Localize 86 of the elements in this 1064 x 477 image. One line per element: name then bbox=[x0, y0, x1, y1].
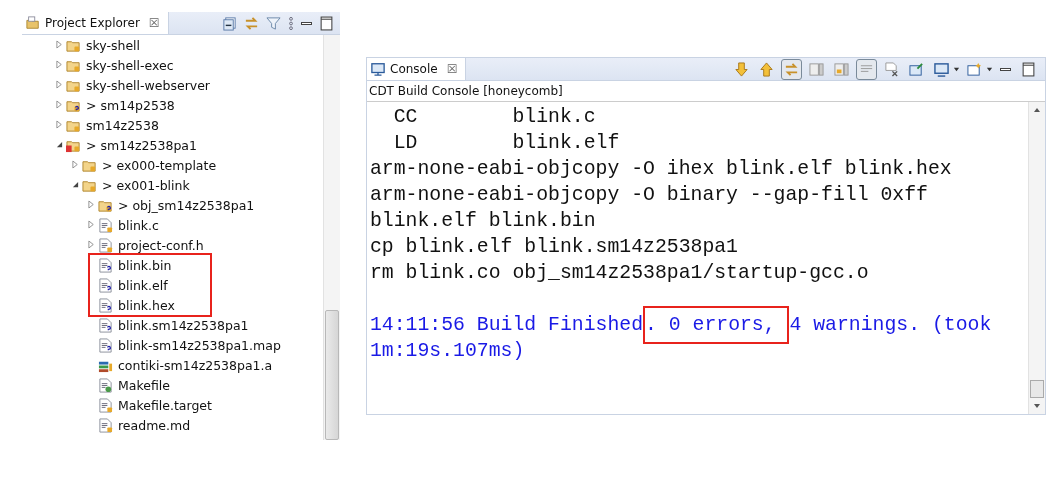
expand-arrow-icon[interactable] bbox=[87, 220, 95, 229]
filter-icon[interactable] bbox=[266, 15, 281, 31]
swap-arrows-icon bbox=[784, 61, 799, 77]
maximize-icon[interactable] bbox=[319, 15, 334, 31]
tree-item[interactable]: readme.md bbox=[118, 417, 191, 433]
console-text: . 0 errors, bbox=[645, 314, 777, 336]
folder-icon bbox=[26, 16, 40, 30]
file-icon bbox=[98, 337, 113, 353]
scrollbar[interactable] bbox=[323, 35, 340, 440]
collapse-arrow-icon[interactable] bbox=[71, 180, 79, 189]
clear-icon bbox=[884, 61, 899, 77]
expand-arrow-icon[interactable] bbox=[87, 240, 95, 249]
minimize-icon[interactable] bbox=[301, 21, 312, 25]
explorer-tab[interactable]: Project Explorer ☒ bbox=[22, 12, 169, 34]
scroll-up-icon[interactable] bbox=[1033, 107, 1041, 113]
file-icon bbox=[98, 397, 113, 413]
console-text: arm-none-eabi-objcopy -O binary --gap-fill 0xff bbox=[370, 184, 928, 206]
close-icon[interactable]: ☒ bbox=[446, 62, 458, 76]
caret-icon[interactable] bbox=[953, 65, 960, 73]
tab-title: Project Explorer bbox=[45, 16, 140, 30]
tree-item[interactable]: > sm14z2538pa1 bbox=[86, 137, 197, 153]
monitor-icon bbox=[371, 62, 385, 76]
link-icon[interactable] bbox=[244, 15, 259, 31]
tree-item[interactable]: sky-shell bbox=[86, 37, 141, 53]
expand-arrow-icon[interactable] bbox=[71, 160, 79, 169]
monitor-icon bbox=[934, 61, 949, 77]
file-icon bbox=[98, 257, 113, 273]
tree-item[interactable]: Makefile.target bbox=[118, 397, 212, 413]
up-arrow-icon bbox=[759, 61, 774, 77]
tree-item[interactable]: Makefile bbox=[118, 377, 170, 393]
down-arrow-icon bbox=[734, 61, 749, 77]
console-text: arm-none-eabi-objcopy -O ihex blink.elf blink.hex bbox=[370, 158, 952, 180]
tree-item[interactable]: blink-sm14z2538pa1.map bbox=[118, 337, 281, 353]
tree-item[interactable]: > ex001-blink bbox=[102, 177, 190, 193]
expand-arrow-icon[interactable] bbox=[55, 120, 63, 129]
collapse-arrow-icon[interactable] bbox=[55, 140, 63, 149]
console-text: 4 warnings. (took bbox=[789, 314, 992, 336]
menu-icon[interactable] bbox=[288, 15, 294, 31]
console-text: rm blink.co obj_sm14z2538pa1/startup-gcc.o bbox=[370, 262, 869, 284]
new-console-icon bbox=[967, 61, 982, 77]
scrollbar[interactable] bbox=[1028, 102, 1045, 414]
pin-icon bbox=[909, 61, 924, 77]
console-text: CC blink.c bbox=[392, 106, 596, 128]
file-icon bbox=[98, 297, 113, 313]
console-name: CDT Build Console [honeycomb] bbox=[367, 81, 1045, 102]
tree-item[interactable]: blink.sm14z2538pa1 bbox=[118, 317, 249, 333]
expand-arrow-icon[interactable] bbox=[55, 60, 63, 69]
collapse-all-icon[interactable] bbox=[222, 15, 237, 31]
file-icon bbox=[98, 237, 113, 253]
tree-item[interactable]: > ex000-template bbox=[102, 157, 217, 173]
file-icon bbox=[98, 277, 113, 293]
tree-item[interactable]: contiki-sm14z2538pa1.a bbox=[118, 357, 273, 373]
tree-item[interactable]: sky-shell-webserver bbox=[86, 77, 210, 93]
scrollbar-thumb[interactable] bbox=[1030, 380, 1044, 398]
console-text: LD blink.elf bbox=[392, 132, 620, 154]
file-icon bbox=[98, 217, 113, 233]
expand-arrow-icon[interactable] bbox=[55, 80, 63, 89]
tree-item[interactable]: project-conf.h bbox=[118, 237, 204, 253]
scrollbar-thumb[interactable] bbox=[325, 310, 339, 440]
expand-arrow-icon[interactable] bbox=[87, 200, 95, 209]
console-text: 14:11:56 Build Finished bbox=[370, 314, 644, 336]
console-tab[interactable]: Console ☒ bbox=[367, 58, 467, 80]
console-text: 1m:19s.107ms) bbox=[370, 340, 525, 362]
tree-item[interactable]: > obj_sm14z2538pa1 bbox=[118, 197, 255, 213]
tree-item[interactable]: > sm14p2538 bbox=[86, 97, 175, 113]
close-icon[interactable]: ☒ bbox=[148, 16, 160, 30]
file-icon bbox=[98, 377, 113, 393]
tree-item[interactable]: blink.hex bbox=[118, 297, 175, 313]
minimize-icon bbox=[1000, 67, 1011, 71]
console-text: blink.elf blink.bin bbox=[370, 210, 596, 232]
page-icon bbox=[809, 61, 824, 77]
expand-arrow-icon[interactable] bbox=[55, 100, 63, 109]
file-icon bbox=[98, 317, 113, 333]
maximize-icon bbox=[1021, 61, 1036, 77]
tree-item[interactable]: sm14z2538 bbox=[86, 117, 159, 133]
console-text: cp blink.elf blink.sm14z2538pa1 bbox=[370, 236, 738, 258]
tree-item[interactable]: sky-shell-exec bbox=[86, 57, 174, 73]
file-icon bbox=[98, 417, 113, 433]
tree-item[interactable]: blink.c bbox=[118, 217, 159, 233]
tree-item[interactable]: blink.elf bbox=[118, 277, 168, 293]
caret-icon[interactable] bbox=[986, 65, 993, 73]
tree-item[interactable]: blink.bin bbox=[118, 257, 172, 273]
expand-arrow-icon[interactable] bbox=[55, 40, 63, 49]
scroll-down-icon[interactable] bbox=[1033, 403, 1041, 409]
page-icon bbox=[834, 61, 849, 77]
tab-title: Console bbox=[390, 62, 438, 76]
